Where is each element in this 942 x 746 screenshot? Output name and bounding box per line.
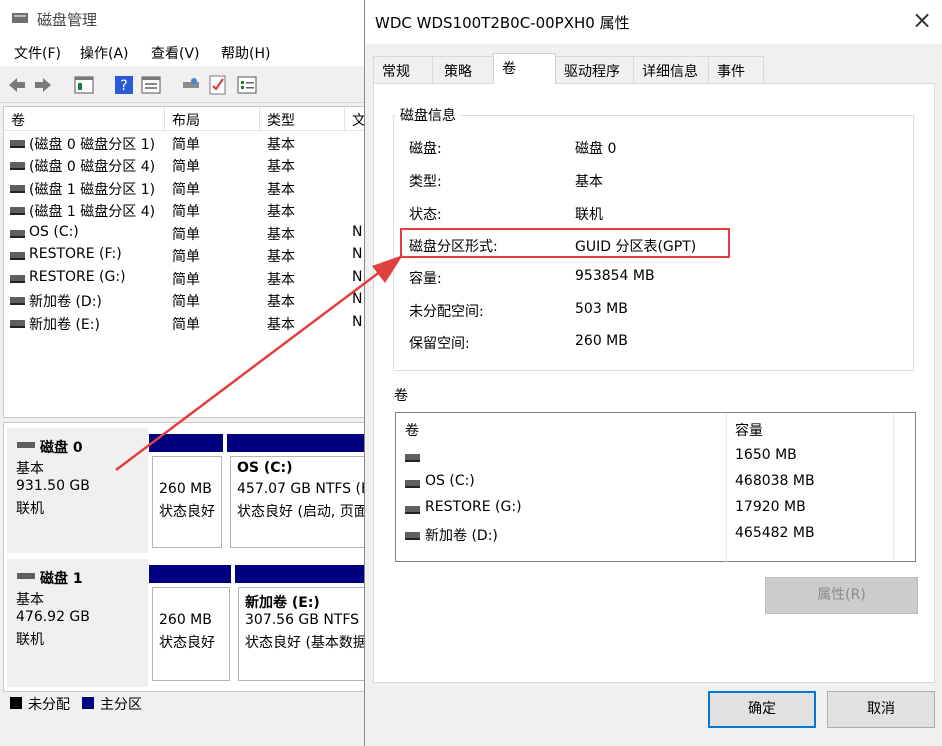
menu-action[interactable]: 操作(A) (80, 43, 129, 63)
info-row-type: 类型: 基本 (409, 174, 603, 190)
menu-bar: 文件(F) 操作(A) 查看(V) 帮助(H) (0, 38, 372, 66)
legend-swatch-unallocated (10, 697, 22, 709)
partition-bar (227, 434, 373, 452)
info-row-status: 状态: 联机 (409, 207, 603, 223)
disk-icon (17, 442, 35, 448)
disk-info-caption: 磁盘信息 (396, 105, 460, 125)
back-arrow-icon[interactable] (6, 74, 28, 96)
vt-column-capacity[interactable]: 容量 (735, 420, 763, 440)
column-volume[interactable]: 卷 (11, 110, 25, 130)
info-row-unallocated: 未分配空间: 503 MB (409, 301, 628, 320)
partition-disk1-data[interactable]: 新加卷 (E:) 307.56 GB NTFS ( 状态良好 (基本数据 (238, 587, 373, 681)
disk-icon (17, 573, 35, 579)
volume-icon (10, 207, 25, 215)
volume-icon (10, 230, 25, 238)
menu-help[interactable]: 帮助(H) (221, 43, 270, 63)
volume-icon (405, 454, 420, 462)
dialog-title-bar: WDC WDS100T2B0C-00PXH0 属性 × (365, 0, 942, 44)
volume-row[interactable]: 新加卷 (D:) 简单 基本 N (4, 290, 373, 312)
volumes-caption: 卷 (394, 388, 408, 404)
window-title: 磁盘管理 (37, 11, 98, 29)
vt-row[interactable]: RESTORE (G:) 17920 MB (396, 497, 896, 521)
tab-events[interactable]: 事件 (708, 56, 764, 83)
dialog-title: WDC WDS100T2B0C-00PXH0 属性 (375, 14, 630, 32)
volume-list-header: 卷 布局 类型 文 (4, 107, 373, 131)
volume-row[interactable]: RESTORE (F:) 简单 基本 N (4, 245, 373, 267)
legend-label-unallocated: 未分配 (28, 697, 70, 713)
properties-view-icon[interactable] (140, 74, 162, 96)
volume-icon (10, 297, 25, 305)
volumes-table: 卷 容量 1650 MB OS (C:) 468038 MB RESTORE (G… (395, 412, 916, 563)
forward-arrow-icon[interactable] (32, 74, 54, 96)
volume-row[interactable]: (磁盘 0 磁盘分区 1) 简单 基本 (4, 133, 373, 155)
help-icon[interactable]: ? (113, 74, 135, 96)
tab-driver[interactable]: 驱动程序 (555, 56, 634, 83)
vt-row[interactable]: 1650 MB (396, 445, 896, 469)
volume-row[interactable]: 新加卷 (E:) 简单 基本 N (4, 313, 373, 335)
partition-disk0-efi[interactable]: 260 MB 状态良好 (152, 456, 222, 548)
info-row-reserved: 保留空间: 260 MB (409, 333, 628, 352)
volume-row[interactable]: (磁盘 1 磁盘分区 4) 简单 基本 (4, 200, 373, 222)
volume-icon (405, 506, 420, 514)
column-divider[interactable] (259, 107, 260, 131)
partition-bar (235, 565, 373, 583)
vt-row[interactable]: 新加卷 (D:) 465482 MB (396, 523, 896, 547)
volume-icon (10, 140, 25, 148)
volume-icon (10, 185, 25, 193)
partition-disk1-efi[interactable]: 260 MB 状态良好 (152, 587, 230, 681)
volume-icon (10, 162, 25, 170)
column-type[interactable]: 类型 (267, 110, 295, 130)
volume-list: 卷 布局 类型 文 (磁盘 0 磁盘分区 1) 简单 基本 (磁盘 0 磁盘分区 4… (3, 106, 373, 418)
vt-column-volume[interactable]: 卷 (405, 420, 419, 440)
volume-properties-button[interactable]: 属性(R) (765, 577, 918, 614)
disk-management-window: 磁盘管理 文件(F) 操作(A) 查看(V) 帮助(H) ? 卷 布局 类型 文… (0, 0, 373, 746)
info-row-disk: 磁盘: 磁盘 0 (409, 141, 617, 157)
disk-properties-dialog: WDC WDS100T2B0C-00PXH0 属性 × 常规 策略 卷 驱动程序… (364, 0, 942, 746)
partition-disk0-os[interactable]: OS (C:) 457.07 GB NTFS (B 状态良好 (启动, 页面 (230, 456, 373, 548)
disk-0-label[interactable]: 磁盘 0 基本 931.50 GB 联机 (7, 428, 148, 553)
column-layout[interactable]: 布局 (172, 110, 200, 130)
legend-label-primary: 主分区 (100, 697, 142, 713)
menu-view[interactable]: 查看(V) (151, 43, 200, 63)
disk-graphical-view: 磁盘 0 基本 931.50 GB 联机 260 MB 状态良好 OS (C:)… (3, 422, 373, 692)
tab-volumes[interactable]: 卷 (493, 53, 556, 84)
volumes-tab-panel: 磁盘: 磁盘 0 类型: 基本 状态: 联机 磁盘分区形式: GUID 分区表(GPT)… (373, 83, 935, 683)
volume-row[interactable]: (磁盘 0 磁盘分区 4) 简单 基本 (4, 155, 373, 177)
volume-icon (405, 532, 420, 540)
tab-policies[interactable]: 策略 (432, 56, 494, 83)
toolbar: ? (0, 67, 372, 103)
volume-icon (10, 252, 25, 260)
tab-general[interactable]: 常规 (373, 56, 433, 83)
partition-bar (149, 434, 223, 452)
close-button[interactable]: × (899, 0, 942, 44)
partition-bar (149, 565, 231, 583)
volume-icon (10, 275, 25, 283)
close-icon: × (912, 6, 933, 34)
svg-text:?: ? (120, 78, 127, 94)
disk-1-label[interactable]: 磁盘 1 基本 476.92 GB 联机 (7, 559, 148, 687)
column-divider[interactable] (344, 107, 345, 131)
disk-management-icon (12, 13, 28, 23)
rescan-disk-icon[interactable] (180, 74, 202, 96)
console-tree-icon[interactable] (73, 74, 95, 96)
volume-row[interactable]: RESTORE (G:) 简单 基本 N (4, 268, 373, 290)
info-row-capacity: 容量: 953854 MB (409, 268, 655, 287)
cancel-button[interactable]: 取消 (827, 691, 935, 728)
legend-swatch-primary (82, 697, 94, 709)
vt-row[interactable]: OS (C:) 468038 MB (396, 471, 896, 495)
volume-row[interactable]: OS (C:) 简单 基本 N (4, 223, 373, 245)
column-divider[interactable] (164, 107, 165, 131)
ok-button[interactable]: 确定 (708, 691, 816, 728)
settings-list-icon[interactable] (236, 74, 258, 96)
menu-file[interactable]: 文件(F) (14, 43, 61, 63)
tab-details[interactable]: 详细信息 (633, 56, 709, 83)
volume-icon (405, 480, 420, 488)
volume-row[interactable]: (磁盘 1 磁盘分区 1) 简单 基本 (4, 178, 373, 200)
title-bar: 磁盘管理 (0, 0, 372, 38)
volume-icon (10, 320, 25, 328)
checklist-icon[interactable] (207, 74, 229, 96)
legend: 未分配 主分区 (3, 692, 372, 716)
annotation-highlight-box (400, 228, 730, 258)
